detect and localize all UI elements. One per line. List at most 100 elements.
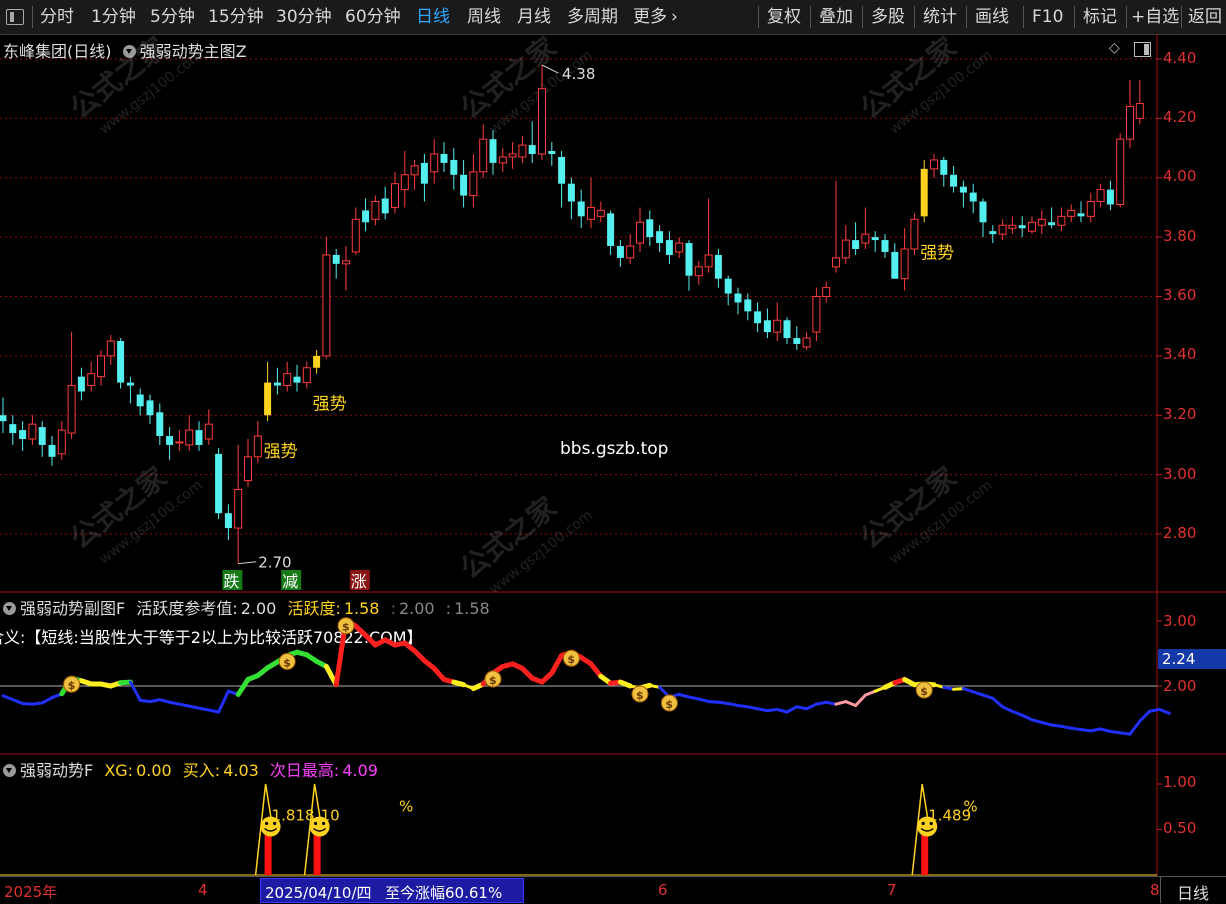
candle-body — [841, 239, 850, 259]
candle-body — [302, 367, 311, 384]
percent-label: % — [963, 797, 977, 815]
high-label: 4.38 — [562, 65, 595, 83]
candle-body — [28, 423, 37, 440]
candle-body — [910, 218, 919, 250]
watermark-logo: 公式之家www.gszj100.com — [64, 461, 206, 568]
candle-body — [126, 382, 134, 386]
candle-body — [1057, 215, 1066, 226]
candle-body — [215, 453, 223, 514]
candle-body — [891, 251, 899, 279]
candle-body — [861, 233, 870, 244]
candle-body — [567, 183, 575, 202]
candle-body — [19, 430, 27, 439]
period-tab[interactable]: 日线 — [1160, 877, 1226, 903]
candle-body — [607, 213, 615, 247]
money-bag-icon-glyph: $ — [636, 689, 644, 702]
candle-body — [253, 435, 262, 458]
candle-body — [646, 219, 654, 238]
candle-body — [1008, 224, 1017, 229]
low-label: 2.70 — [258, 554, 291, 572]
watermark-logo: 公式之家www.gszj100.com — [854, 31, 996, 138]
activity-line-segment — [1020, 713, 1034, 722]
candle-body — [469, 171, 478, 197]
candle-body — [391, 183, 399, 208]
candle-body — [596, 209, 605, 217]
date-info-box: 2025/04/10/四 至今涨幅60.61% — [260, 878, 524, 903]
candle-body — [1116, 138, 1125, 205]
candle-body — [117, 341, 125, 383]
candle-body — [832, 257, 840, 268]
candle-body — [724, 278, 732, 294]
activity-line-segment — [1, 694, 15, 702]
candle-body — [734, 293, 742, 303]
activity-line-segment — [128, 680, 142, 702]
activity-line-segment — [981, 693, 995, 700]
activity-line-segment — [971, 690, 985, 697]
candle-body — [146, 400, 154, 416]
candle-body — [489, 139, 497, 163]
period-tab-label: 日线 — [1177, 884, 1210, 903]
candle-body — [773, 319, 782, 333]
candle-body — [783, 320, 791, 339]
money-bag-icon-glyph: $ — [68, 679, 76, 692]
month-label: 7 — [887, 881, 897, 899]
candle-body — [1018, 225, 1026, 229]
candle-body — [97, 355, 105, 378]
money-bag-icon-glyph: $ — [665, 698, 673, 711]
activity-line-segment — [844, 700, 858, 707]
candle-body — [87, 373, 96, 387]
activity-line-segment — [451, 679, 467, 688]
candle-body — [930, 159, 938, 170]
candle-body — [969, 192, 977, 202]
candle-body — [675, 242, 684, 253]
candle-body — [528, 145, 536, 154]
candle-body — [204, 423, 213, 440]
candle-body — [694, 266, 703, 277]
money-bag-icon-glyph: $ — [283, 656, 291, 669]
candle-body — [822, 287, 831, 297]
candle-body — [332, 254, 340, 264]
candle-body — [362, 210, 370, 223]
smiley-eye — [921, 821, 925, 826]
candle-body — [48, 444, 56, 457]
candle-body — [313, 355, 321, 368]
candle-body — [1086, 201, 1095, 217]
activity-line-segment — [961, 687, 975, 694]
watermark-text: bbs.gszb.top — [560, 439, 669, 459]
candle-body — [371, 201, 380, 220]
activity-line-segment — [1099, 727, 1112, 733]
watermark-logo: 公式之家www.gszj100.com — [854, 461, 996, 568]
month-label: 4 — [198, 881, 208, 899]
candle-body — [558, 156, 566, 184]
candle-body — [900, 248, 909, 280]
candle-body — [322, 254, 331, 357]
date-axis-bar: 2025年 4 2025/04/10/四 至今涨幅60.61% 6 7 8 日线 — [0, 876, 1226, 904]
activity-line-segment — [785, 705, 799, 714]
watermark-logo: 公式之家www.gszj100.com — [64, 31, 206, 138]
candle-body — [342, 260, 350, 265]
candle-body — [351, 218, 360, 253]
candle-body — [400, 174, 409, 191]
candle-body — [185, 429, 194, 446]
candle-body — [979, 201, 987, 223]
watermark-logo: 公式之家www.gszj100.com — [454, 491, 596, 598]
candle-body — [420, 162, 428, 184]
candle-body — [704, 254, 713, 268]
activity-line-segment — [158, 698, 172, 704]
candle-body — [381, 198, 389, 214]
signal-label: 强势 — [313, 395, 347, 415]
candle-body — [881, 240, 889, 252]
candle-body — [802, 337, 811, 348]
candle-body — [1106, 189, 1114, 205]
activity-line-segment — [11, 698, 25, 706]
candle-body — [940, 159, 948, 175]
candle-body — [156, 412, 164, 437]
candle-body — [950, 174, 958, 187]
candle-body — [430, 153, 439, 173]
activity-line-segment — [932, 683, 946, 689]
month-label: 6 — [658, 881, 668, 899]
activity-line-segment — [1001, 705, 1014, 713]
candle-body — [195, 430, 203, 445]
activity-line-segment — [805, 702, 818, 711]
activity-line-segment — [775, 707, 789, 714]
